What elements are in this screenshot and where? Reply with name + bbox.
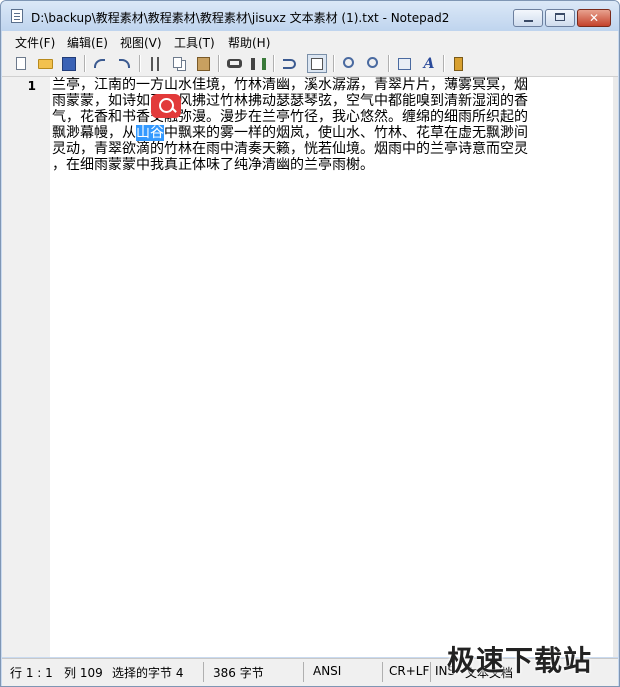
exit-button[interactable] — [449, 54, 469, 73]
minimize-button[interactable] — [513, 9, 543, 27]
font-icon: A — [423, 56, 435, 72]
menu-view[interactable]: 视图(V) — [120, 34, 162, 51]
text-line: 兰亭，江南的一方山水佳境，竹林清幽，溪水潺潺，青翠片片，薄雾冥冥，烟 — [52, 77, 528, 93]
text-before-selection: 飘渺幕幔，从 — [52, 125, 136, 141]
toolbar-separator — [218, 55, 220, 72]
paste-button[interactable] — [193, 54, 213, 73]
selected-text[interactable]: 山谷 — [136, 125, 164, 141]
status-divider — [303, 662, 304, 682]
zoom-out-button[interactable] — [363, 54, 383, 73]
text-line: 飘渺幕幔，从山谷中飘来的雾一样的烟岚，使山水、竹林、花草在虚无飘渺间 — [52, 125, 612, 141]
text-after-selection: 中飘来的雾一样的烟岚，使山水、竹林、花草在虚无飘渺间 — [164, 125, 528, 141]
line-number: 1 — [27, 79, 36, 93]
close-button[interactable]: ✕ — [577, 9, 611, 27]
window-title: D:\backup\教程素材\教程素材\教程素材\jisuxz 文本素材 (1)… — [31, 11, 450, 25]
font-button[interactable]: A — [418, 54, 438, 73]
menu-edit[interactable]: 编辑(E) — [67, 34, 108, 51]
close-icon: ✕ — [588, 11, 600, 25]
undo-icon — [94, 59, 105, 68]
text-content[interactable]: 兰亭，江南的一方山水佳境，竹林清幽，溪水潺潺，青翠片片，薄雾冥冥，烟 雨蒙蒙，如… — [52, 77, 612, 173]
status-line-ending[interactable]: CR+LF — [389, 664, 429, 678]
toolbar: A — [2, 51, 618, 77]
new-file-button[interactable] — [11, 54, 31, 73]
save-icon — [62, 57, 76, 71]
status-size: 386 字节 — [213, 666, 264, 680]
copy-button[interactable] — [169, 54, 189, 73]
menu-bar: 文件(F) 编辑(E) 视图(V) 工具(T) 帮助(H) — [2, 31, 618, 51]
title-bar[interactable]: D:\backup\教程素材\教程素材\教程素材\jisuxz 文本素材 (1)… — [1, 1, 619, 31]
open-folder-icon — [38, 59, 53, 69]
line-number-gutter: 1 — [2, 77, 50, 657]
redo-button[interactable] — [114, 54, 134, 73]
status-column: 列 109 — [64, 666, 103, 680]
toolbar-separator — [84, 55, 86, 72]
zoom-out-icon — [367, 57, 378, 68]
text-line: 灵动，青翠欲滴的竹林在雨中清奏天籁，恍若仙境。烟雨中的兰亭诗意而空灵 — [52, 141, 528, 157]
watermark-logo: 极速下载站 — [447, 644, 593, 677]
menu-help[interactable]: 帮助(H) — [228, 34, 270, 51]
status-selection: 选择的字节 4 — [112, 666, 184, 680]
find-icon — [227, 59, 242, 68]
settings-button[interactable] — [394, 54, 414, 73]
maximize-button[interactable] — [545, 9, 575, 27]
text-line: ，在细雨蒙蒙中我真正体味了纯净清幽的兰亭雨榭。 — [52, 157, 374, 173]
search-overlay-icon — [151, 94, 181, 118]
status-position: 行 1 : 1 — [10, 666, 53, 680]
notepad-app-icon[interactable] — [11, 9, 23, 23]
paste-icon — [197, 57, 210, 71]
toolbar-separator — [273, 55, 275, 72]
save-button[interactable] — [59, 54, 79, 73]
exit-icon — [454, 57, 463, 71]
text-line: 雨蒙蒙，如诗如画。风拂过竹林拂动瑟瑟琴弦，空气中都能嗅到清新湿润的香 — [52, 93, 528, 109]
zoom-in-icon — [343, 57, 354, 68]
status-encoding[interactable]: ANSI — [313, 664, 341, 678]
replace-button[interactable] — [248, 54, 268, 73]
text-line: 气，花香和书香交融弥漫。漫步在兰亭竹径，我心悠然。缠绵的细雨所织起的 — [52, 109, 528, 125]
cut-button[interactable] — [145, 54, 165, 73]
menu-file[interactable]: 文件(F) — [15, 34, 55, 51]
editor-area[interactable]: 1 兰亭，江南的一方山水佳境，竹林清幽，溪水潺潺，青翠片片，薄雾冥冥，烟 雨蒙蒙… — [2, 77, 613, 657]
copy-icon — [173, 57, 182, 68]
show-whitespace-button[interactable] — [307, 54, 327, 73]
find-button[interactable] — [224, 54, 244, 73]
status-divider — [203, 662, 204, 682]
status-divider — [382, 662, 383, 682]
toolbar-separator — [388, 55, 390, 72]
redo-icon — [119, 59, 130, 68]
vertical-scrollbar[interactable] — [613, 77, 618, 657]
new-file-icon — [16, 57, 26, 70]
notepad2-window: D:\backup\教程素材\教程素材\教程素材\jisuxz 文本素材 (1)… — [0, 0, 620, 687]
word-wrap-icon — [283, 59, 296, 69]
cut-icon — [151, 57, 159, 71]
toolbar-separator — [333, 55, 335, 72]
replace-icon — [251, 58, 266, 70]
word-wrap-button[interactable] — [279, 54, 299, 73]
open-button[interactable] — [35, 54, 55, 73]
menu-tools[interactable]: 工具(T) — [174, 34, 215, 51]
toolbar-separator — [139, 55, 141, 72]
zoom-in-button[interactable] — [339, 54, 359, 73]
toolbar-separator — [443, 55, 445, 72]
show-whitespace-icon — [311, 58, 323, 70]
status-divider — [430, 662, 431, 682]
settings-icon — [398, 58, 411, 70]
undo-button[interactable] — [90, 54, 110, 73]
